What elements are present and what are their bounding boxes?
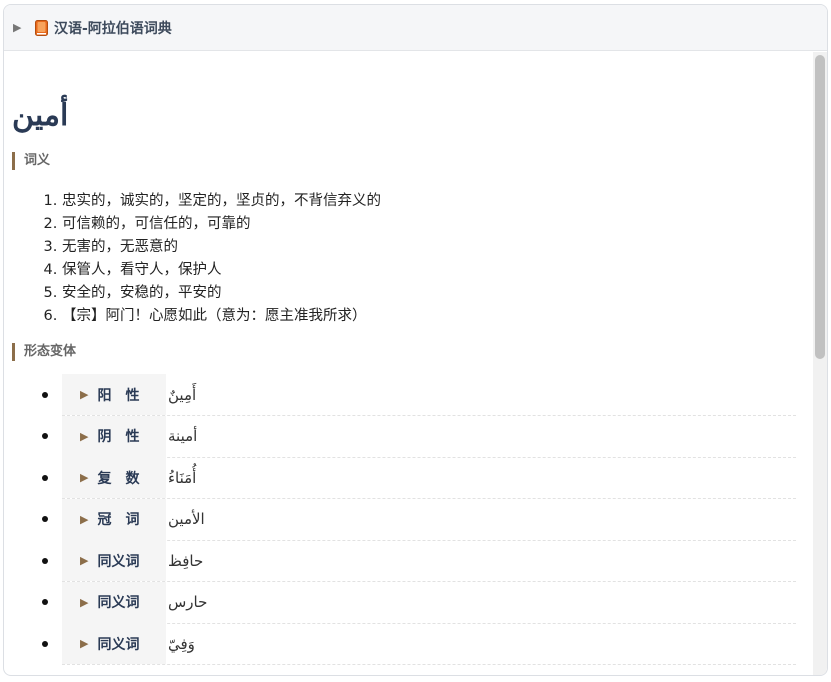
vertical-scrollbar[interactable]	[813, 52, 827, 675]
form-value: حافِظ	[168, 551, 204, 570]
sense-item: 无害的，无恶意的	[62, 236, 381, 259]
form-label: 冠词	[97, 512, 154, 528]
form-label-toggle[interactable]: ▶ 阴性	[62, 415, 166, 457]
form-row: ▶ 冠词 الأمين	[62, 498, 796, 541]
entry-content: أمين 词义 忠实的，诚实的，坚定的，坚贞的，不背信弃义的 可信赖的，可信任的…	[4, 52, 813, 675]
sense-item: 保管人，看守人，保护人	[62, 259, 381, 282]
expand-triangle-icon: ▶	[80, 388, 89, 401]
senses-section-title: 词义	[12, 152, 50, 170]
form-label: 同义词	[97, 636, 140, 653]
form-label: 同义词	[97, 595, 140, 611]
sense-item: 安全的，安稳的，平安的	[62, 282, 381, 305]
form-item: ▶ 同义词 حارس	[4, 581, 804, 624]
dictionary-title: 汉语-阿拉伯语词典	[54, 20, 172, 37]
form-label-toggle[interactable]: ▶ 冠词	[62, 498, 166, 540]
bullet	[42, 516, 48, 523]
bullet	[42, 599, 48, 606]
expand-toggle-icon[interactable]: ▶	[13, 21, 31, 34]
panel-header[interactable]: ▶ 汉语-阿拉伯语词典	[4, 5, 827, 51]
form-row: ▶ 同义词 حافِظ	[62, 540, 796, 582]
form-value: أمينة	[168, 427, 198, 445]
form-value: وَفِيّ	[168, 634, 195, 653]
expand-triangle-icon: ▶	[80, 637, 89, 650]
headword: أمين	[12, 98, 69, 133]
form-row: ▶ 阳性 أَمِينٌ	[62, 374, 796, 416]
form-value: الأمين	[168, 510, 205, 528]
bullet	[42, 474, 48, 481]
form-label-toggle[interactable]: ▶ 同义词	[62, 540, 166, 581]
form-row: ▶ 同义词 وَفِيّ	[62, 623, 796, 665]
form-value: حارس	[168, 593, 208, 611]
form-item: ▶ 阳性 أَمِينٌ	[4, 374, 804, 416]
expand-triangle-icon: ▶	[80, 595, 89, 609]
form-row: ▶ 同义词 حارس	[62, 581, 796, 624]
scrollbar-thumb[interactable]	[815, 55, 825, 359]
form-label: 同义词	[97, 553, 140, 570]
forms-section-title: 形态变体	[12, 343, 76, 361]
form-label-toggle[interactable]: ▶ 阳性	[62, 374, 166, 415]
form-label-toggle[interactable]: ▶ 同义词	[62, 581, 166, 623]
form-value: أَمِينٌ	[168, 385, 197, 404]
dictionary-panel: ▶ 汉语-阿拉伯语词典 أمين 词义 忠实的，诚实的，坚定的，坚贞的，不背信弃…	[3, 4, 828, 676]
bullet	[42, 433, 48, 440]
bullet	[42, 640, 48, 647]
form-row: ▶ 阴性 أمينة	[62, 415, 796, 458]
form-item: ▶ 阴性 أمينة	[4, 415, 804, 458]
sense-item: 忠实的，诚实的，坚定的，坚贞的，不背信弃义的	[62, 190, 381, 213]
forms-list: ▶ 阳性 أَمِينٌ ▶ 阴性 أمينة ▶ 复数 أُمَنَاءُ ▶…	[4, 374, 804, 665]
form-value: أُمَنَاءُ	[168, 468, 197, 487]
form-label: 阳性	[97, 387, 154, 404]
expand-triangle-icon: ▶	[80, 554, 89, 567]
book-icon	[35, 19, 48, 36]
sense-item: 【宗】阿门！心愿如此（意为：愿主准我所求）	[62, 305, 381, 328]
form-label: 复数	[97, 470, 154, 487]
form-item: ▶ 同义词 وَفِيّ	[4, 623, 804, 665]
sense-item: 可信赖的，可信任的，可靠的	[62, 213, 381, 236]
form-label-toggle[interactable]: ▶ 同义词	[62, 623, 166, 664]
form-item: ▶ 复数 أُمَنَاءُ	[4, 457, 804, 499]
form-item: ▶ 冠词 الأمين	[4, 498, 804, 541]
form-label-toggle[interactable]: ▶ 复数	[62, 457, 166, 498]
bullet	[42, 557, 48, 564]
expand-triangle-icon: ▶	[80, 471, 89, 484]
form-label: 阴性	[97, 429, 154, 445]
bullet	[42, 391, 48, 398]
expand-triangle-icon: ▶	[80, 429, 89, 443]
form-item: ▶ 同义词 حافِظ	[4, 540, 804, 582]
expand-triangle-icon: ▶	[80, 512, 89, 526]
form-row: ▶ 复数 أُمَنَاءُ	[62, 457, 796, 499]
senses-list: 忠实的，诚实的，坚定的，坚贞的，不背信弃义的 可信赖的，可信任的，可靠的 无害的…	[4, 190, 381, 328]
